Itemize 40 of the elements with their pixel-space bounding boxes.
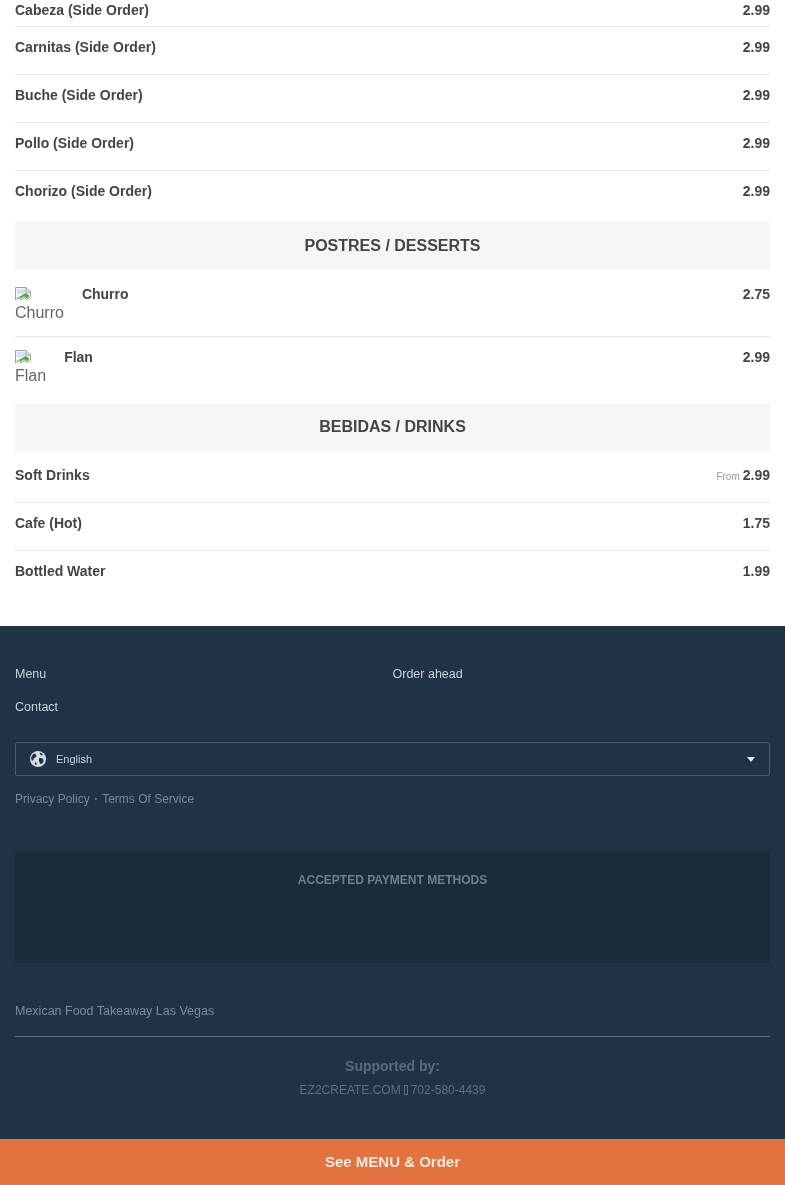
broken-image-icon bbox=[15, 287, 31, 303]
item-price: 2.99 bbox=[742, 182, 770, 201]
item-name[interactable]: Bottled Water bbox=[15, 561, 106, 581]
language-select[interactable]: English bbox=[15, 742, 770, 776]
legal-link[interactable]: Terms Of Service bbox=[102, 790, 195, 808]
item-name[interactable]: Cabeza (Side Order) bbox=[15, 0, 149, 20]
supporter-phone: 702-580-4439 bbox=[410, 1082, 486, 1099]
item-name[interactable]: Soft Drinks bbox=[15, 465, 90, 485]
broken-image-icon bbox=[15, 350, 31, 366]
item-price: 1.75 bbox=[742, 514, 770, 533]
section-header: POSTRES / DESSERTS bbox=[15, 222, 770, 270]
legal-link[interactable]: Privacy Policy bbox=[15, 790, 90, 808]
image-alt-text: Churro bbox=[15, 303, 64, 323]
item-price: 2.99 bbox=[742, 134, 770, 153]
globe-icon bbox=[30, 751, 46, 767]
item-name[interactable]: Carnitas (Side Order) bbox=[15, 37, 156, 57]
caret-icon bbox=[747, 756, 755, 762]
item-name[interactable]: Flan bbox=[64, 347, 93, 367]
item-name[interactable]: Chorizo (Side Order) bbox=[15, 181, 152, 201]
supported-by-label: Supported by: bbox=[345, 1057, 440, 1076]
item-name[interactable]: Cafe (Hot) bbox=[15, 513, 82, 533]
item-name[interactable]: Churro bbox=[81, 284, 129, 304]
item-price: 2.99 bbox=[742, 86, 770, 105]
footer-link[interactable]: Menu bbox=[15, 667, 47, 681]
item-name[interactable]: Buche (Side Order) bbox=[15, 85, 143, 105]
item-name[interactable]: Pollo (Side Order) bbox=[15, 133, 134, 153]
missing-glyph-icon bbox=[403, 1085, 408, 1095]
item-price: 2.75 bbox=[742, 285, 770, 304]
footer-link[interactable]: Contact bbox=[15, 700, 59, 714]
item-price: 2.99 bbox=[742, 1, 770, 20]
footer-link[interactable]: Order ahead bbox=[392, 667, 463, 681]
item-price: 1.99 bbox=[742, 562, 770, 581]
item-price: 2.99 bbox=[742, 38, 770, 57]
price-prefix: From bbox=[716, 470, 740, 484]
image-alt-text: Flan bbox=[15, 366, 47, 386]
item-price: 2.99 bbox=[742, 466, 770, 485]
tagline: Mexican Food Takeaway Las Vegas bbox=[15, 1004, 215, 1018]
section-header: BEBIDAS / DRINKS bbox=[15, 403, 770, 451]
item-price: 2.99 bbox=[742, 348, 770, 367]
payment-methods-title: ACCEPTED PAYMENT METHODS bbox=[297, 872, 488, 888]
